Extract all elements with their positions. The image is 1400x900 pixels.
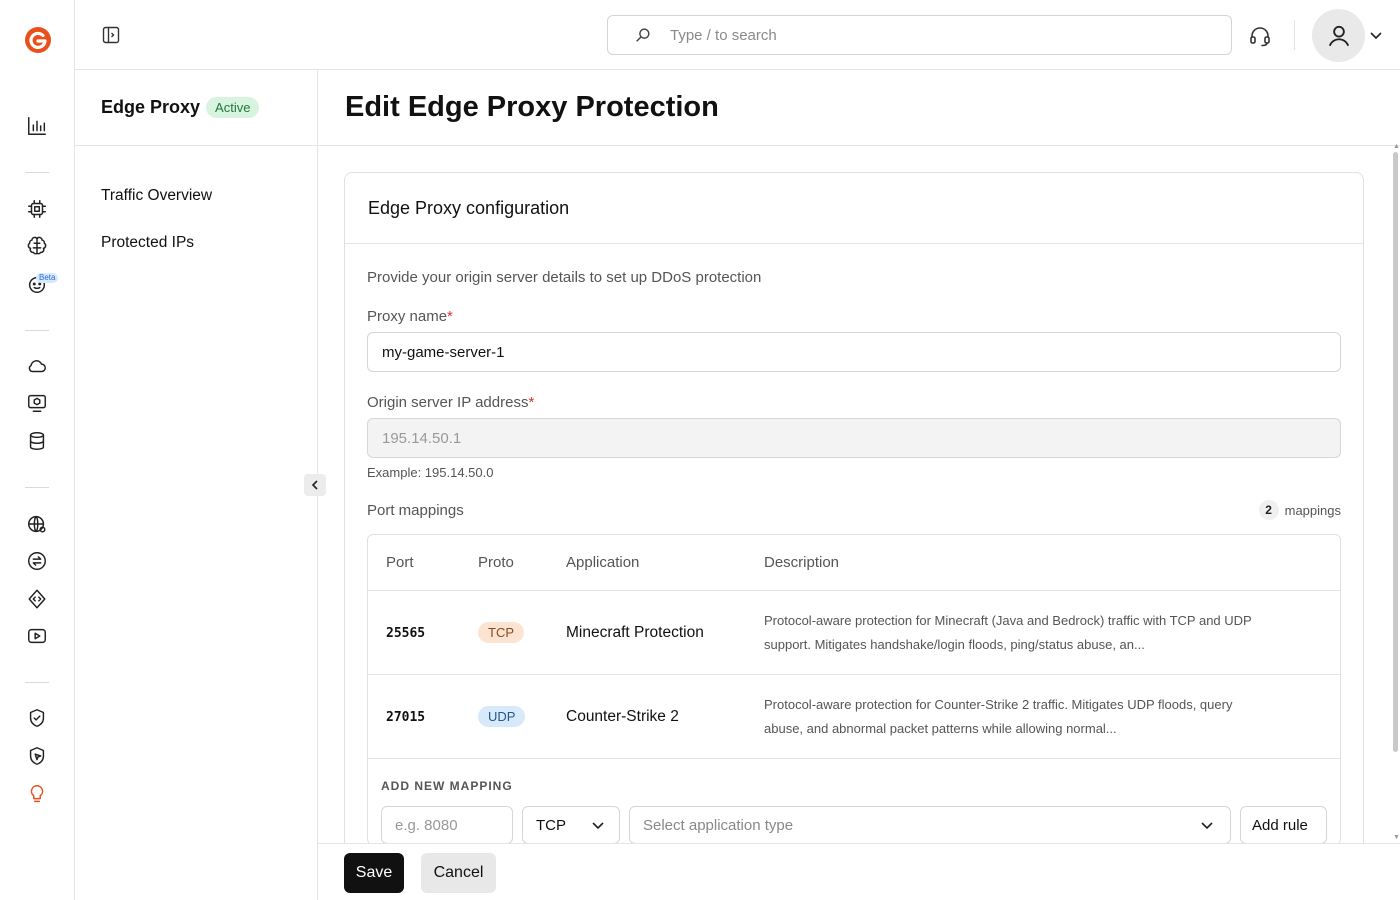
origin-ip-hint: Example: 195.14.50.0 <box>367 465 494 480</box>
page-header: Edit Edge Proxy Protection <box>318 70 1400 146</box>
table-header-row: Port Proto Application Description <box>368 535 1340 591</box>
protocol-badge: TCP <box>478 622 524 643</box>
user-avatar[interactable] <box>1312 9 1365 62</box>
add-mapping-caption: ADD NEW MAPPING <box>381 779 513 793</box>
sidebar-item-traffic-overview[interactable]: Traffic Overview <box>75 176 317 223</box>
search-placeholder: Type / to search <box>670 26 777 44</box>
cloud-icon[interactable] <box>25 354 49 378</box>
icon-rail: Beta <box>0 0 75 900</box>
application-description: Protocol-aware protection for Minecraft … <box>764 612 1252 652</box>
beta-badge: Beta <box>36 273 59 283</box>
chevron-left-icon <box>311 480 318 490</box>
analytics-icon[interactable] <box>25 114 49 138</box>
scroll-down-arrow-icon[interactable]: ▼ <box>1393 834 1400 841</box>
sidebar-header: Edge Proxy Active <box>75 70 317 146</box>
chevron-down-icon <box>1201 822 1213 830</box>
scroll-up-arrow-icon[interactable]: ▲ <box>1393 143 1400 150</box>
table-row[interactable]: 27015 UDP Counter-Strike 2 Protocol-awar… <box>368 675 1340 759</box>
config-card: Edge Proxy configuration Provide your or… <box>344 172 1364 843</box>
add-mapping-section: ADD NEW MAPPING e.g. 8080 TCP Select app… <box>368 759 1340 843</box>
application-type-placeholder: Select application type <box>643 816 794 834</box>
brand-logo-icon[interactable] <box>24 26 52 54</box>
table-row[interactable]: 25565 TCP Minecraft Protection Protocol-… <box>368 591 1340 675</box>
code-hex-icon[interactable] <box>25 587 49 611</box>
lightbulb-icon[interactable] <box>25 782 49 806</box>
database-icon[interactable] <box>25 429 49 453</box>
application-description: Protocol-aware protection for Counter-St… <box>764 696 1233 736</box>
top-bar: Type / to search <box>75 0 1400 70</box>
sidebar-title: Edge Proxy <box>101 97 201 117</box>
container-monitor-icon[interactable] <box>25 391 49 415</box>
shield-cursor-icon[interactable] <box>25 744 49 768</box>
port-mappings-table: Port Proto Application Description 25565… <box>367 534 1341 843</box>
mappings-count-number: 2 <box>1258 500 1279 520</box>
card-title: Edge Proxy configuration <box>345 173 1363 244</box>
secondary-sidebar: Edge Proxy Active Traffic Overview Prote… <box>75 70 318 900</box>
main-content: Edit Edge Proxy Protection Edge Proxy co… <box>318 70 1400 900</box>
cancel-button[interactable]: Cancel <box>421 853 496 893</box>
mappings-count: 2 mappings <box>1258 500 1341 520</box>
user-icon <box>1328 25 1349 46</box>
search-icon <box>636 28 650 42</box>
vertical-scrollbar[interactable]: ▲ ▼ <box>1392 143 1400 843</box>
proxy-name-field[interactable]: my-game-server-1 <box>367 332 1341 372</box>
protocol-select-value: TCP <box>536 816 566 834</box>
brain-icon[interactable] <box>25 234 49 258</box>
port-mappings-label: Port mappings <box>367 501 464 519</box>
panel-toggle-icon[interactable] <box>101 25 121 45</box>
globe-network-icon[interactable] <box>25 512 49 536</box>
save-button[interactable]: Save <box>344 853 404 893</box>
rail-divider <box>25 172 49 173</box>
port-mappings-header: Port mappings 2 mappings <box>367 500 1341 520</box>
add-rule-button[interactable]: Add rule <box>1240 806 1327 843</box>
page-title: Edit Edge Proxy Protection <box>345 91 719 123</box>
required-marker: * <box>447 308 453 325</box>
proxy-name-label-text: Proxy name <box>367 308 448 325</box>
status-badge: Active <box>206 97 260 118</box>
new-port-input[interactable]: e.g. 8080 <box>381 806 513 843</box>
cpu-icon[interactable] <box>25 197 49 221</box>
sidebar-item-protected-ips[interactable]: Protected IPs <box>75 223 317 270</box>
application-name: Counter-Strike 2 <box>566 707 679 725</box>
form-footer: Save Cancel <box>318 843 1400 900</box>
column-header-application: Application <box>566 554 640 571</box>
port-value: 27015 <box>386 709 426 725</box>
video-player-icon[interactable] <box>25 624 49 648</box>
rail-divider <box>25 330 49 331</box>
rail-divider <box>25 682 49 683</box>
topbar-divider <box>1294 20 1295 50</box>
column-header-proto: Proto <box>478 554 514 571</box>
shield-check-icon[interactable] <box>25 706 49 730</box>
support-headset-icon[interactable] <box>1248 24 1272 48</box>
protocol-select[interactable]: TCP <box>522 806 620 843</box>
collapse-sidebar-button[interactable] <box>304 474 326 496</box>
protocol-badge: UDP <box>478 706 526 727</box>
port-value: 25565 <box>386 625 426 641</box>
origin-ip-label-text: Origin server IP address <box>367 394 529 411</box>
application-name: Minecraft Protection <box>566 623 704 641</box>
rail-divider <box>25 487 49 488</box>
card-intro: Provide your origin server details to se… <box>367 269 762 286</box>
chevron-down-icon <box>592 822 604 830</box>
mappings-count-label: mappings <box>1284 502 1341 518</box>
scroll-area[interactable]: Edge Proxy configuration Provide your or… <box>318 146 1400 843</box>
application-type-select[interactable]: Select application type <box>629 806 1231 843</box>
proxy-name-label: Proxy name* <box>367 308 1341 325</box>
origin-ip-field: 195.14.50.1 <box>367 418 1341 458</box>
transfer-icon[interactable] <box>25 549 49 573</box>
column-header-description: Description <box>764 554 840 571</box>
chevron-down-icon[interactable] <box>1369 28 1383 42</box>
column-header-port: Port <box>386 554 414 571</box>
scrollbar-thumb[interactable] <box>1393 152 1398 752</box>
required-marker: * <box>528 394 535 411</box>
sidebar-nav: Traffic Overview Protected IPs <box>75 146 317 270</box>
search-input[interactable]: Type / to search <box>607 15 1232 55</box>
origin-ip-label: Origin server IP address* <box>367 394 1341 411</box>
